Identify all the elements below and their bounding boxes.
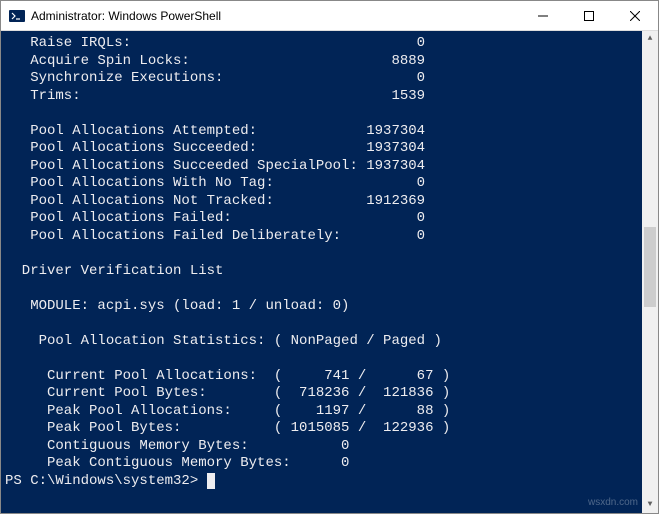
cursor [207, 473, 215, 489]
minimize-button[interactable] [520, 1, 566, 30]
scroll-down-arrow[interactable]: ▼ [642, 497, 658, 513]
terminal-output: Raise IRQLs: 0 Acquire Spin Locks: 8889 … [1, 35, 658, 490]
scrollbar[interactable]: ▲ ▼ [642, 31, 658, 513]
maximize-button[interactable] [566, 1, 612, 30]
scrollbar-thumb[interactable] [644, 227, 656, 307]
prompt: PS C:\Windows\system32> [5, 473, 207, 489]
titlebar[interactable]: Administrator: Windows PowerShell [1, 1, 658, 31]
titlebar-buttons [520, 1, 658, 30]
scroll-up-arrow[interactable]: ▲ [642, 31, 658, 47]
terminal[interactable]: Raise IRQLs: 0 Acquire Spin Locks: 8889 … [1, 31, 658, 513]
scrollbar-track[interactable] [642, 47, 658, 497]
close-button[interactable] [612, 1, 658, 30]
powershell-icon [9, 8, 25, 24]
window-title: Administrator: Windows PowerShell [31, 9, 520, 23]
watermark: wsxdn.com [588, 494, 638, 512]
powershell-window: Administrator: Windows PowerShell Raise … [0, 0, 659, 514]
